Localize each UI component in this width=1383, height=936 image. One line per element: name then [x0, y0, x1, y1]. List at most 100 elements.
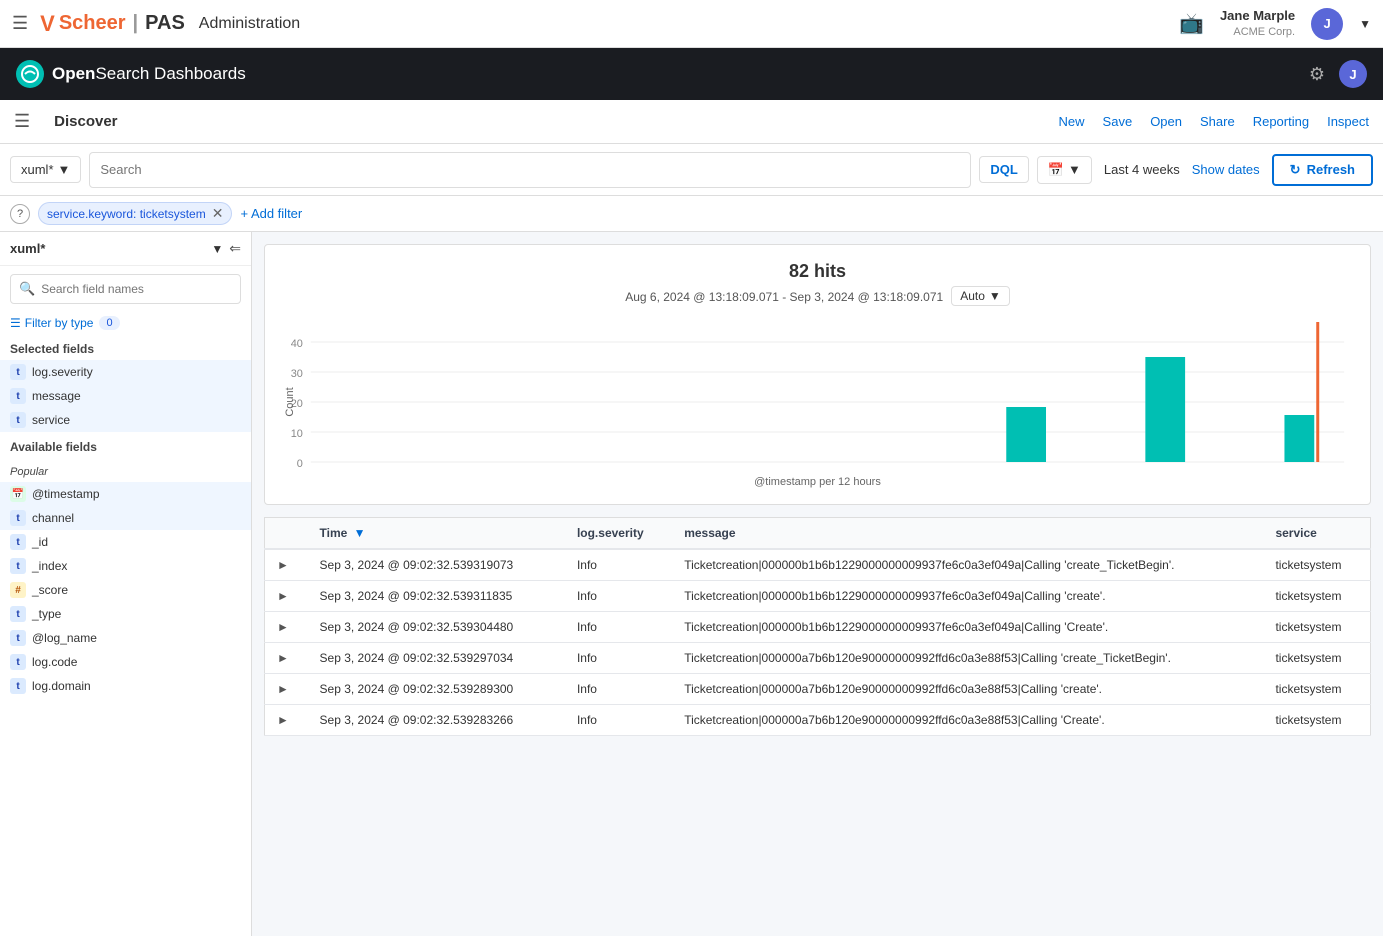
chart-bar — [1284, 415, 1314, 462]
cell-message: Ticketcreation|000000b1b6b12290000000099… — [672, 581, 1263, 612]
svg-text:10: 10 — [291, 428, 303, 440]
expand-cell[interactable]: ► — [265, 549, 308, 581]
cell-severity: Info — [565, 674, 672, 705]
show-dates-button[interactable]: Show dates — [1192, 162, 1260, 177]
chart-x-label: @timestamp per 12 hours — [281, 476, 1354, 488]
chart-bar-red — [1316, 322, 1319, 462]
settings-icon[interactable]: ⚙ — [1309, 64, 1325, 85]
expand-arrow-icon[interactable]: ► — [277, 713, 289, 727]
auto-label: Auto — [960, 289, 985, 303]
field-item-type[interactable]: t _type — [0, 602, 251, 626]
expand-arrow-icon[interactable]: ► — [277, 620, 289, 634]
svg-text:40: 40 — [291, 338, 303, 350]
content-area: 82 hits Aug 6, 2024 @ 13:18:09.071 - Sep… — [252, 232, 1383, 936]
expand-cell[interactable]: ► — [265, 581, 308, 612]
expand-arrow-icon[interactable]: ► — [277, 589, 289, 603]
field-name: log.severity — [32, 365, 93, 379]
expand-arrow-icon[interactable]: ► — [277, 558, 289, 572]
filter-help-icon[interactable]: ? — [10, 204, 30, 224]
user-dropdown-icon[interactable]: ▼ — [1359, 17, 1371, 31]
col-time[interactable]: Time ▼ — [308, 518, 565, 550]
svg-text:0: 0 — [297, 458, 303, 470]
field-item-id[interactable]: t _id — [0, 530, 251, 554]
search-fields-input[interactable] — [41, 282, 232, 296]
popular-group-label: Popular — [0, 458, 251, 482]
main-layout: xuml* ▼ ⇐ 🔍 ☰ Filter by type 0 Selected … — [0, 232, 1383, 936]
sidebar-index-label: xuml* — [10, 241, 205, 256]
chart-svg: 0 10 20 30 40 Count — [281, 312, 1354, 472]
nav-bar: ☰ Discover New Save Open Share Reporting… — [0, 100, 1383, 144]
screen-icon[interactable]: 📺 — [1179, 11, 1204, 36]
user-name: Jane Marple — [1220, 8, 1295, 25]
results-table: Time ▼ log.severity message service ► Se… — [264, 517, 1371, 736]
sidebar-header: xuml* ▼ ⇐ — [0, 232, 251, 266]
field-item-log-code[interactable]: t log.code — [0, 650, 251, 674]
field-name: service — [32, 413, 70, 427]
table-row: ► Sep 3, 2024 @ 09:02:32.539289300 Info … — [265, 674, 1371, 705]
field-type-icon: t — [10, 534, 26, 550]
sidebar-collapse-button[interactable]: ⇐ — [229, 240, 241, 257]
cell-severity: Info — [565, 581, 672, 612]
cell-severity: Info — [565, 643, 672, 674]
os-dashboards-bar: OpenSearch Dashboards ⚙ J — [0, 48, 1383, 100]
nav-hamburger-icon[interactable]: ☰ — [14, 111, 30, 132]
reporting-button[interactable]: Reporting — [1253, 114, 1309, 129]
menu-icon[interactable]: ☰ — [12, 13, 28, 34]
col-log-severity[interactable]: log.severity — [565, 518, 672, 550]
filter-chip[interactable]: service.keyword: ticketsystem ✕ — [38, 202, 232, 225]
field-item-log-name[interactable]: t @log_name — [0, 626, 251, 650]
expand-arrow-icon[interactable]: ► — [277, 651, 289, 665]
brand-pas: PAS — [145, 12, 185, 35]
cell-message: Ticketcreation|000000b1b6b12290000000099… — [672, 549, 1263, 581]
index-dropdown-icon[interactable]: ▼ — [211, 242, 223, 256]
field-item-log-domain[interactable]: t log.domain — [0, 674, 251, 698]
field-name: _score — [32, 583, 68, 597]
new-button[interactable]: New — [1059, 114, 1085, 129]
field-type-icon: # — [10, 582, 26, 598]
auto-select-button[interactable]: Auto ▼ — [951, 286, 1010, 306]
user-avatar[interactable]: J — [1311, 8, 1343, 40]
refresh-button[interactable]: ↻ Refresh — [1272, 154, 1373, 186]
cell-message: Ticketcreation|000000a7b6b120e9000000099… — [672, 705, 1263, 736]
search-input[interactable] — [89, 152, 971, 188]
field-item-channel[interactable]: t channel — [0, 506, 251, 530]
expand-cell[interactable]: ► — [265, 674, 308, 705]
index-selector-button[interactable]: xuml* ▼ — [10, 156, 81, 183]
calendar-icon: 📅 — [1048, 162, 1064, 178]
filter-by-type-button[interactable]: ☰ Filter by type — [10, 316, 93, 330]
index-chevron-down-icon: ▼ — [58, 162, 71, 177]
field-name: @log_name — [32, 631, 97, 645]
open-button[interactable]: Open — [1150, 114, 1182, 129]
field-item-message[interactable]: t message — [0, 384, 251, 408]
os-bar-avatar[interactable]: J — [1339, 60, 1367, 88]
cell-service: ticketsystem — [1263, 705, 1370, 736]
field-item-score[interactable]: # _score — [0, 578, 251, 602]
expand-arrow-icon[interactable]: ► — [277, 682, 289, 696]
inspect-button[interactable]: Inspect — [1327, 114, 1369, 129]
field-item-timestamp[interactable]: 📅 @timestamp — [0, 482, 251, 506]
save-button[interactable]: Save — [1103, 114, 1133, 129]
field-type-icon: t — [10, 654, 26, 670]
cell-service: ticketsystem — [1263, 612, 1370, 643]
field-item-service[interactable]: t service — [0, 408, 251, 432]
filter-chip-close-icon[interactable]: ✕ — [212, 205, 224, 222]
col-message[interactable]: message — [672, 518, 1263, 550]
dql-button[interactable]: DQL — [979, 156, 1028, 183]
share-button[interactable]: Share — [1200, 114, 1235, 129]
filter-icon: ☰ — [10, 316, 21, 330]
field-item-log-severity[interactable]: t log.severity — [0, 360, 251, 384]
add-filter-button[interactable]: + Add filter — [240, 206, 302, 221]
calendar-button[interactable]: 📅 ▼ — [1037, 156, 1092, 184]
brand-scheer: Scheer — [59, 12, 126, 35]
field-item-index[interactable]: t _index — [0, 554, 251, 578]
field-name: _index — [32, 559, 67, 573]
expand-cell[interactable]: ► — [265, 643, 308, 674]
expand-cell[interactable]: ► — [265, 612, 308, 643]
col-service[interactable]: service — [1263, 518, 1370, 550]
hits-date-range: Aug 6, 2024 @ 13:18:09.071 - Sep 3, 2024… — [625, 290, 943, 304]
field-name: log.domain — [32, 679, 91, 693]
expand-cell[interactable]: ► — [265, 705, 308, 736]
cell-time: Sep 3, 2024 @ 09:02:32.539283266 — [308, 705, 565, 736]
time-range-label: Last 4 weeks — [1104, 162, 1180, 177]
col-time-label: Time — [320, 526, 348, 540]
